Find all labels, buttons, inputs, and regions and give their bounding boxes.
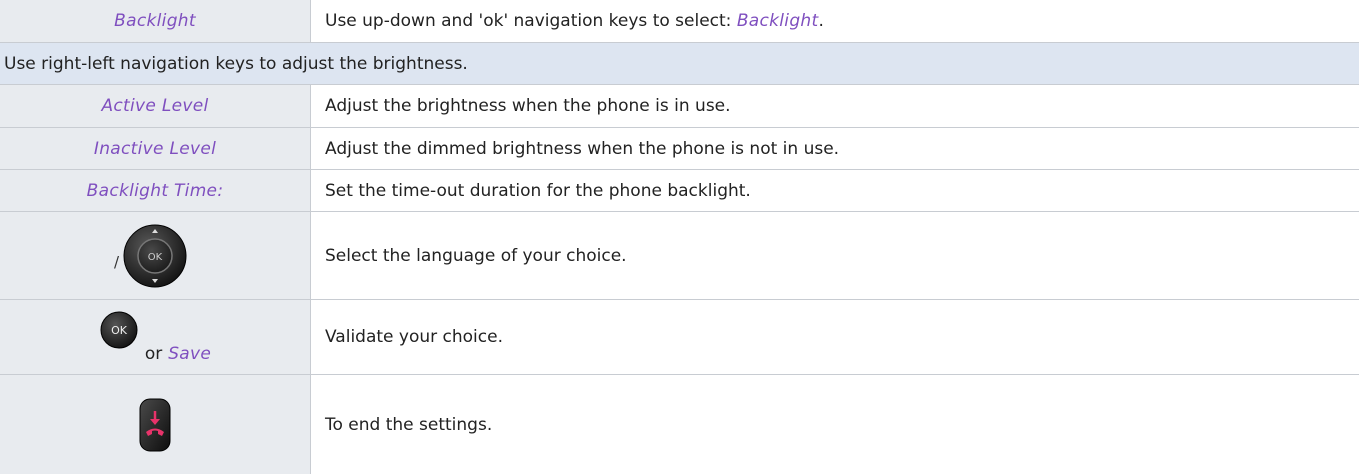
menu-item-inactive-level: Inactive Level xyxy=(93,138,217,159)
menu-item-active-level: Active Level xyxy=(101,96,209,116)
menu-item-backlight: Backlight xyxy=(114,11,196,31)
row-description-cell: Set the time-out duration for the phone … xyxy=(311,170,1359,211)
table-row: To end the settings. xyxy=(0,375,1359,474)
description-text: Validate your choice. xyxy=(325,327,503,347)
table-row: Backlight Time: Set the time-out duratio… xyxy=(0,170,1359,212)
description-text: To end the settings. xyxy=(325,414,493,435)
row-description-cell: Select the language of your choice. xyxy=(311,212,1359,299)
row-key-cell: Backlight xyxy=(0,0,311,42)
table-row: Backlight Use up-down and 'ok' navigatio… xyxy=(0,0,1359,43)
description-text: Adjust the dimmed brightness when the ph… xyxy=(325,138,840,159)
row-key-cell: Backlight Time: xyxy=(0,170,311,211)
table-row: Use right-left navigation keys to adjust… xyxy=(0,43,1359,85)
description-text: Select the language of your choice. xyxy=(325,245,627,266)
row-description-cell: Use up-down and 'ok' navigation keys to … xyxy=(311,0,1359,42)
section-header: Use right-left navigation keys to adjust… xyxy=(0,43,1359,84)
nav-ok-label: OK xyxy=(148,252,163,263)
row-description-cell: Adjust the brightness when the phone is … xyxy=(311,85,1359,127)
row-description-cell: Validate your choice. xyxy=(311,300,1359,374)
save-softkey-label: Save xyxy=(168,344,212,364)
or-text: or xyxy=(144,344,163,364)
table-row: Inactive Level Adjust the dimmed brightn… xyxy=(0,128,1359,170)
separator-slash: / xyxy=(114,252,120,271)
row-key-cell: Inactive Level xyxy=(0,128,311,169)
table-row: Active Level Adjust the brightness when … xyxy=(0,85,1359,128)
navigation-pad-icon: / OK xyxy=(114,223,188,289)
description-text: Adjust the brightness when the phone is … xyxy=(325,96,731,116)
ok-key-icon: OK xyxy=(100,311,138,349)
instructions-table: Backlight Use up-down and 'ok' navigatio… xyxy=(0,0,1359,474)
table-row: OK or Save Validate your choice. xyxy=(0,300,1359,375)
row-key-cell: Active Level xyxy=(0,85,311,127)
description-text: Set the time-out duration for the phone … xyxy=(325,180,751,201)
description-text: Use up-down and 'ok' navigation keys to … xyxy=(325,11,737,31)
row-description-cell: Adjust the dimmed brightness when the ph… xyxy=(311,128,1359,169)
row-description-cell: To end the settings. xyxy=(311,375,1359,474)
description-suffix: . xyxy=(818,11,824,31)
menu-item-backlight-time: Backlight Time: xyxy=(86,180,224,201)
end-call-key-icon xyxy=(139,398,171,451)
description-emphasis: Backlight xyxy=(736,11,819,31)
section-header-text: Use right-left navigation keys to adjust… xyxy=(4,53,468,74)
ok-key-label: OK xyxy=(111,324,128,337)
table-row: / OK Select the language of your choice. xyxy=(0,212,1359,300)
row-key-cell: / OK xyxy=(0,212,311,299)
row-key-cell xyxy=(0,375,311,474)
row-key-cell: OK or Save xyxy=(0,300,311,374)
ok-or-save: OK or Save xyxy=(99,310,211,364)
